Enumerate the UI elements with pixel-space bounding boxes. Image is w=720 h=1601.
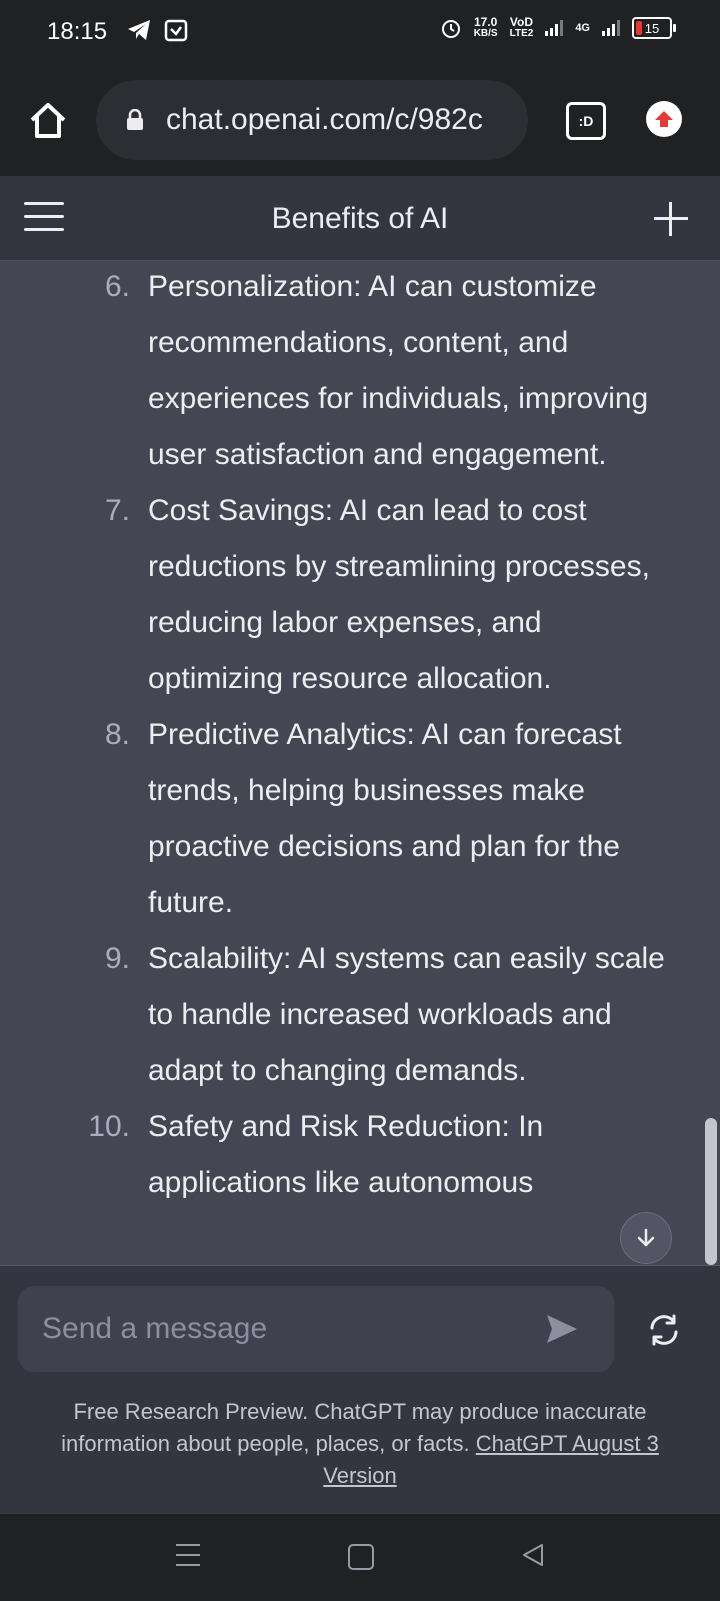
signal-icon-2 [602, 20, 620, 36]
lte-label: LTE2 [509, 28, 534, 39]
upload-button[interactable] [646, 101, 682, 137]
scrollbar-track [706, 261, 720, 1265]
page-title: Benefits of AI [271, 202, 449, 235]
signal-icon [545, 20, 564, 36]
volte-indicator: VoD LTE2 [510, 16, 534, 40]
lock-icon [127, 109, 143, 130]
list-item-text: Safety and Risk Reduction: In applicatio… [148, 1110, 544, 1199]
chat-message-area[interactable]: 6. Personalization: AI can customize rec… [0, 261, 706, 1265]
battery-level: 15 [644, 20, 660, 36]
network-speed-unit: KB/S [473, 28, 498, 39]
message-input[interactable] [18, 1286, 614, 1372]
status-time: 18:15 [47, 18, 108, 45]
list-item: 6. Personalization: AI can customize rec… [0, 261, 706, 483]
url-bar[interactable]: chat.openai.com/c/982c [96, 80, 528, 160]
app-notification-icon [164, 19, 188, 42]
list-item-number: 6. [104, 270, 130, 303]
upload-icon [655, 111, 673, 127]
list-item-text: Scalability: AI systems can easily scale… [148, 942, 665, 1087]
notification-icons [126, 18, 188, 42]
arrow-down-icon [637, 1228, 655, 1247]
battery-indicator: 15 [632, 17, 676, 39]
list-item-number: 10. [88, 1110, 130, 1143]
regenerate-icon[interactable] [646, 1312, 682, 1348]
network-type: 4G [575, 22, 590, 34]
recent-apps-button[interactable] [176, 1544, 200, 1568]
list-item-text: Cost Savings: AI can lead to cost reduct… [148, 494, 650, 695]
home-icon[interactable] [26, 98, 70, 142]
tab-switcher-button[interactable]: :D [566, 102, 606, 140]
scrollbar-thumb[interactable] [705, 1118, 717, 1265]
alarm-icon [441, 20, 460, 38]
scroll-to-bottom-button[interactable] [620, 1212, 672, 1264]
volte-label: VoD [509, 15, 533, 29]
system-navigation-bar [0, 1513, 720, 1601]
list-item-text: Personalization: AI can customize recomm… [148, 270, 649, 471]
message-composer: Free Research Preview. ChatGPT may produ… [0, 1265, 720, 1514]
network-speed: 17.0 KB/S [474, 16, 498, 40]
browser-toolbar: chat.openai.com/c/982c :D [0, 64, 720, 176]
status-bar: 18:15 17.0 KB/S VoD LTE2 4G 15 [0, 0, 720, 64]
telegram-icon [128, 20, 150, 40]
list-item-text: Predictive Analytics: AI can forecast tr… [148, 718, 622, 919]
list-item: 8. Predictive Analytics: AI can forecast… [0, 707, 706, 931]
list-item: 9. Scalability: AI systems can easily sc… [0, 931, 706, 1099]
disclaimer: Free Research Preview. ChatGPT may produ… [28, 1396, 692, 1492]
list-item-number: 9. [104, 942, 130, 975]
chat-header: Benefits of AI [0, 176, 720, 261]
list-item: 7. Cost Savings: AI can lead to cost red… [0, 483, 706, 707]
network-speed-value: 17.0 [473, 15, 498, 29]
status-right: 17.0 KB/S VoD LTE2 4G 15 [440, 16, 676, 40]
home-button[interactable] [348, 1544, 374, 1570]
list-item-number: 7. [104, 494, 130, 527]
list-item-number: 8. [104, 718, 130, 751]
list-item: 10. Safety and Risk Reduction: In applic… [0, 1099, 706, 1211]
back-icon[interactable] [520, 1542, 546, 1568]
send-icon[interactable] [544, 1312, 580, 1346]
plus-icon[interactable] [654, 202, 688, 236]
assistant-message-list: 6. Personalization: AI can customize rec… [0, 261, 706, 1211]
url-text[interactable]: chat.openai.com/c/982c [166, 103, 516, 137]
